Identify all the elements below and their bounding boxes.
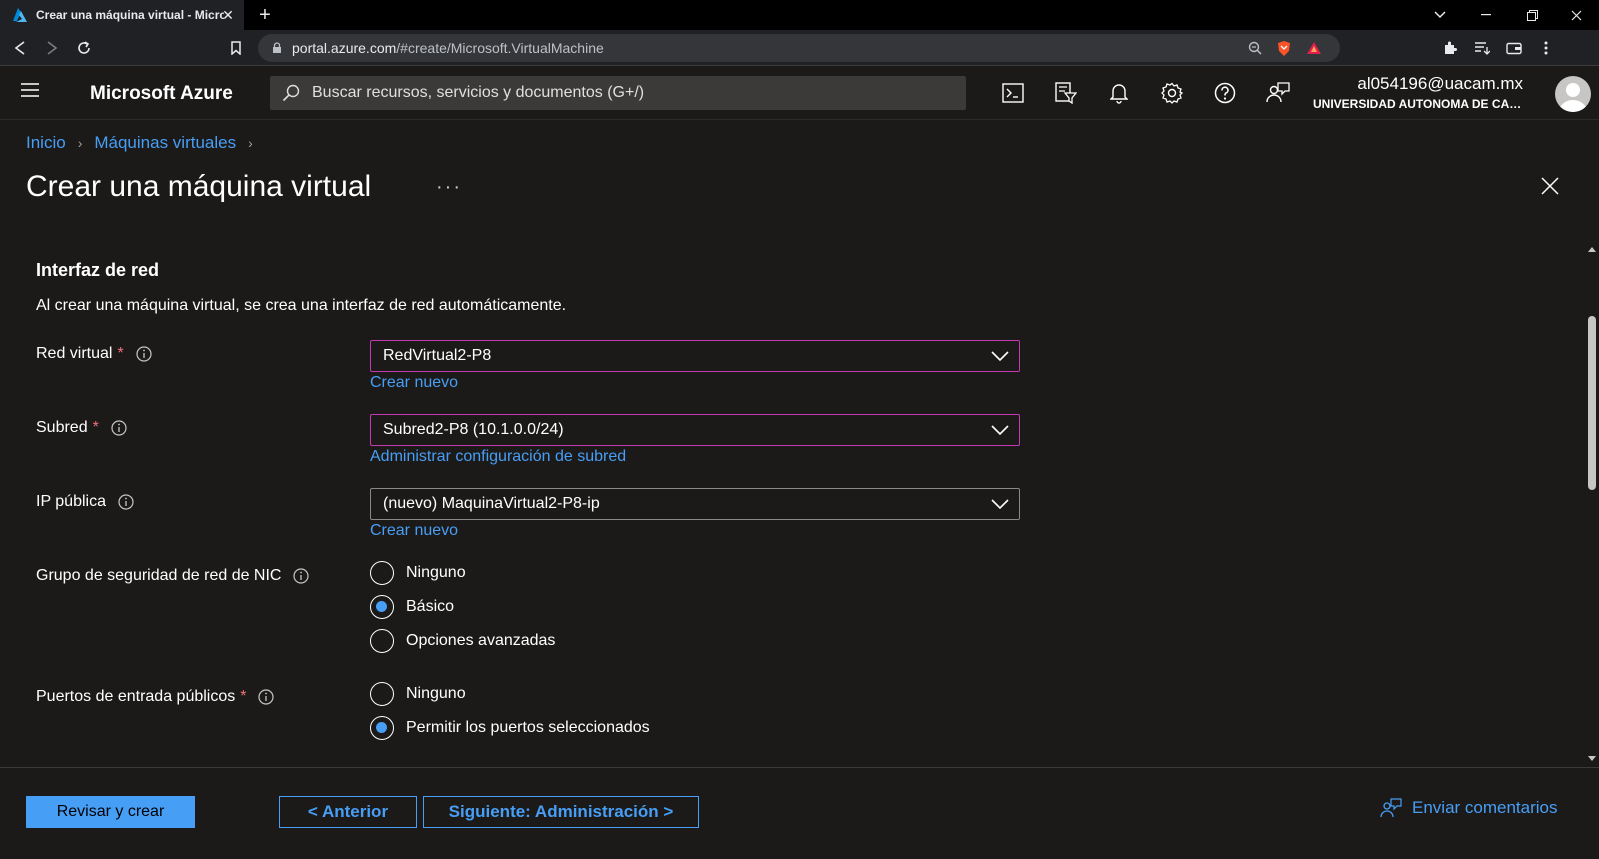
more-options-icon[interactable]: ··· — [436, 176, 462, 199]
help-icon[interactable] — [1212, 80, 1238, 106]
network-form: Interfaz de red Al crear una máquina vir… — [0, 243, 1584, 767]
vnet-create-new-link[interactable]: Crear nuevo — [370, 374, 458, 392]
info-icon[interactable] — [136, 346, 152, 362]
wizard-footer: Revisar y crear < Anterior Siguiente: Ad… — [0, 767, 1599, 859]
feedback-icon[interactable] — [1265, 80, 1291, 106]
required-asterisk: * — [240, 688, 247, 705]
info-icon[interactable] — [111, 420, 127, 436]
vnet-value: RedVirtual2-P8 — [383, 347, 492, 364]
address-bar[interactable]: portal.azure.com/#create/Microsoft.Virtu… — [258, 34, 1340, 62]
azure-logo-icon — [13, 8, 27, 22]
account-info[interactable]: al054196@uacam.mx UNIVERSIDAD AUTONOMA D… — [1313, 74, 1523, 111]
vnet-label: Red virtual * — [36, 345, 152, 363]
search-icon — [282, 84, 300, 102]
chevron-down-icon — [991, 425, 1009, 436]
nsg-radio-basico[interactable]: Básico — [370, 595, 454, 619]
subnet-value: Subred2-P8 (10.1.0.0/24) — [383, 421, 564, 438]
breadcrumb-inicio[interactable]: Inicio — [26, 133, 66, 153]
nsg-label: Grupo de seguridad de red de NIC — [36, 567, 310, 585]
account-email: al054196@uacam.mx — [1357, 74, 1523, 93]
wallet-icon[interactable] — [1504, 38, 1524, 58]
forward-icon[interactable] — [42, 38, 62, 58]
tab-title: Crear una máquina virtual - Microsoft Az… — [36, 8, 224, 22]
extensions-icon[interactable] — [1440, 38, 1460, 58]
subnet-dropdown[interactable]: Subred2-P8 (10.1.0.0/24) — [370, 414, 1020, 446]
global-search[interactable] — [270, 76, 966, 110]
scroll-down-arrow-icon[interactable] — [1586, 754, 1598, 764]
page-title: Crear una máquina virtual — [26, 170, 372, 203]
scrollbar-thumb[interactable] — [1588, 316, 1596, 490]
radio-circle[interactable] — [370, 561, 394, 585]
notifications-bell-icon[interactable] — [1106, 80, 1132, 106]
account-org: UNIVERSIDAD AUTONOMA DE CAMPECHE — [1313, 97, 1523, 111]
info-icon[interactable] — [258, 689, 275, 705]
ports-radio-permitir[interactable]: Permitir los puertos seleccionados — [370, 716, 650, 740]
restore-icon[interactable] — [1509, 0, 1555, 30]
new-tab-icon[interactable]: + — [254, 4, 276, 26]
lock-icon — [273, 42, 281, 53]
chevron-right-icon: › — [77, 135, 83, 151]
brave-shield-icon[interactable] — [1276, 40, 1292, 57]
nsg-radio-ninguno[interactable]: Ninguno — [370, 561, 466, 585]
browser-tabstrip: Crear una máquina virtual - Microsoft Az… — [0, 0, 1599, 30]
tab-close-icon[interactable]: ✕ — [220, 7, 236, 23]
send-feedback-link[interactable]: Enviar comentarios — [1380, 798, 1558, 818]
browser-menu-icon[interactable] — [1536, 38, 1556, 58]
browser-toolbar: portal.azure.com/#create/Microsoft.Virtu… — [0, 30, 1599, 66]
breadcrumb: Inicio › Máquinas virtuales › — [26, 133, 265, 153]
azure-header: Microsoft Azure al054196@uacam.mx UNIVER… — [0, 66, 1599, 120]
bookmark-icon[interactable] — [226, 38, 246, 58]
radio-circle[interactable] — [370, 629, 394, 653]
inbound-ports-label: Puertos de entrada públicos * — [36, 688, 275, 706]
breadcrumb-maquinas-virtuales[interactable]: Máquinas virtuales — [94, 133, 236, 153]
directory-filter-icon[interactable] — [1053, 80, 1079, 106]
tab-search-icon[interactable] — [1417, 0, 1463, 30]
subnet-manage-link[interactable]: Administrar configuración de subred — [370, 448, 626, 466]
feedback-person-icon — [1380, 798, 1402, 818]
close-window-icon[interactable] — [1553, 0, 1599, 30]
settings-gear-icon[interactable] — [1159, 80, 1185, 106]
public-ip-dropdown[interactable]: (nuevo) MaquinaVirtual2-P8-ip — [370, 488, 1020, 520]
zoom-icon[interactable] — [1248, 41, 1262, 55]
brave-rewards-icon[interactable] — [1306, 41, 1322, 55]
reload-icon[interactable] — [74, 38, 94, 58]
avatar[interactable] — [1555, 76, 1591, 112]
public-ip-create-new-link[interactable]: Crear nuevo — [370, 522, 458, 540]
scroll-up-arrow-icon[interactable] — [1586, 244, 1598, 254]
nsg-radio-avanzadas[interactable]: Opciones avanzadas — [370, 629, 555, 653]
radio-circle[interactable] — [370, 682, 394, 706]
subnet-label: Subred * — [36, 419, 127, 437]
close-icon[interactable] — [1540, 176, 1562, 198]
review-create-button[interactable]: Revisar y crear — [26, 796, 195, 828]
public-ip-value: (nuevo) MaquinaVirtual2-P8-ip — [383, 495, 600, 512]
url-text: portal.azure.com/#create/Microsoft.Virtu… — [292, 40, 604, 56]
radio-circle-selected[interactable] — [370, 595, 394, 619]
chevron-down-icon — [991, 351, 1009, 362]
ports-radio-ninguno[interactable]: Ninguno — [370, 682, 466, 706]
reading-list-icon[interactable] — [1472, 38, 1492, 58]
browser-tab[interactable]: Crear una máquina virtual - Microsoft Az… — [0, 0, 244, 30]
brand-title[interactable]: Microsoft Azure — [90, 83, 233, 105]
search-input[interactable] — [312, 84, 952, 102]
hamburger-menu-icon[interactable] — [20, 82, 42, 104]
back-icon[interactable] — [10, 38, 30, 58]
section-description: Al crear una máquina virtual, se crea un… — [36, 297, 567, 314]
required-asterisk: * — [117, 345, 124, 362]
required-asterisk: * — [92, 419, 99, 436]
previous-button[interactable]: < Anterior — [279, 796, 417, 828]
next-button[interactable]: Siguiente: Administración > — [423, 796, 699, 828]
radio-circle-selected[interactable] — [370, 716, 394, 740]
public-ip-label: IP pública — [36, 493, 134, 511]
vnet-dropdown[interactable]: RedVirtual2-P8 — [370, 340, 1020, 372]
chevron-down-icon — [991, 499, 1009, 510]
cloud-shell-icon[interactable] — [1000, 80, 1026, 106]
minimize-icon[interactable] — [1463, 0, 1509, 30]
info-icon[interactable] — [293, 568, 310, 584]
info-icon[interactable] — [118, 494, 134, 510]
section-title: Interfaz de red — [36, 260, 160, 280]
chevron-right-icon: › — [248, 135, 253, 151]
